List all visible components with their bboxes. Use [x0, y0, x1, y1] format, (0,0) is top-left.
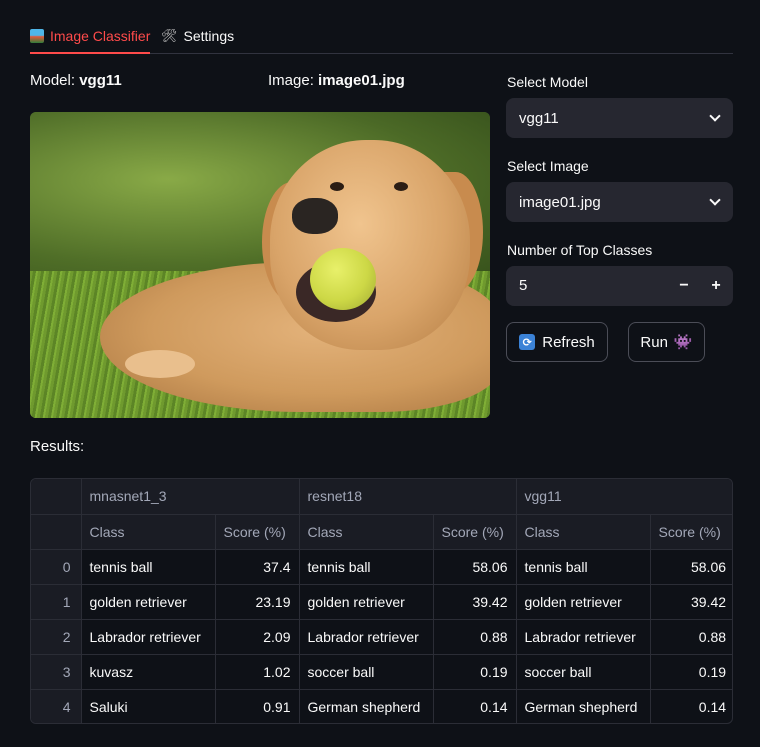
top-classes-stepper: 5 − +	[506, 266, 733, 306]
class-header[interactable]: Class	[81, 514, 216, 550]
class-cell[interactable]: German shepherd	[516, 689, 651, 723]
score-cell[interactable]: 0.88	[433, 619, 517, 655]
index-header	[31, 479, 82, 515]
select-model-label: Select Model	[507, 74, 588, 90]
chevron-down-icon	[709, 110, 721, 122]
class-cell[interactable]: tennis ball	[299, 549, 434, 585]
table-row: 2 Labrador retriever 2.09 Labrador retri…	[31, 619, 732, 655]
model-header-row: mnasnet1_3 resnet18 vgg11	[31, 479, 732, 515]
score-cell[interactable]: 58.06	[650, 549, 732, 585]
select-model-value: vgg11	[519, 109, 559, 127]
select-model-dropdown[interactable]: vgg11	[506, 98, 733, 138]
select-image-dropdown[interactable]: image01.jpg	[506, 182, 733, 222]
tab-settings[interactable]: 🛠 Settings	[161, 18, 234, 53]
increment-button[interactable]: +	[701, 266, 731, 306]
index-header	[31, 514, 82, 550]
column-header-row: Class Score (%) Class Score (%) Class Sc…	[31, 514, 732, 550]
score-cell[interactable]: 39.42	[433, 584, 517, 620]
select-image-value: image01.jpg	[519, 193, 601, 211]
class-cell[interactable]: soccer ball	[299, 654, 434, 690]
alien-monster-icon: 👾	[673, 334, 693, 351]
row-index: 3	[31, 654, 82, 690]
table-row: 4 Saluki 0.91 German shepherd 0.14 Germa…	[31, 689, 732, 723]
tab-label: Settings	[183, 27, 235, 44]
score-header[interactable]: Score (%)	[433, 514, 517, 550]
results-title: Results:	[30, 438, 85, 455]
image-caption-value: image01.jpg	[318, 72, 405, 89]
class-cell[interactable]: Saluki	[81, 689, 216, 723]
top-classes-label: Number of Top Classes	[507, 242, 653, 258]
table-row: 1 golden retriever 23.19 golden retrieve…	[31, 584, 732, 620]
score-cell[interactable]: 0.14	[433, 689, 517, 723]
score-cell[interactable]: 39.42	[650, 584, 732, 620]
refresh-button[interactable]: ⟳ Refresh	[506, 322, 608, 362]
class-cell[interactable]: Labrador retriever	[81, 619, 216, 655]
class-cell[interactable]: soccer ball	[516, 654, 651, 690]
picture-icon	[30, 28, 44, 43]
score-cell[interactable]: 37.4	[215, 549, 300, 585]
row-index: 1	[31, 584, 82, 620]
refresh-label: Refresh	[542, 333, 595, 351]
model-caption-value: vgg11	[79, 72, 122, 89]
score-cell[interactable]: 1.02	[215, 654, 300, 690]
tools-icon: 🛠	[161, 27, 178, 43]
classified-image	[30, 112, 490, 418]
class-cell[interactable]: tennis ball	[516, 549, 651, 585]
image-caption-label: Image:	[268, 72, 314, 89]
score-cell[interactable]: 58.06	[433, 549, 517, 585]
table-row: 3 kuvasz 1.02 soccer ball 0.19 soccer ba…	[31, 654, 732, 690]
class-cell[interactable]: golden retriever	[516, 584, 651, 620]
class-header[interactable]: Class	[299, 514, 434, 550]
class-cell[interactable]: Labrador retriever	[299, 619, 434, 655]
score-header[interactable]: Score (%)	[215, 514, 300, 550]
score-cell[interactable]: 23.19	[215, 584, 300, 620]
decrement-button[interactable]: −	[669, 266, 699, 306]
score-cell[interactable]: 0.19	[433, 654, 517, 690]
model-caption-label: Model:	[30, 72, 76, 89]
tab-label: Image Classifier	[50, 27, 151, 44]
row-index: 0	[31, 549, 82, 585]
class-cell[interactable]: kuvasz	[81, 654, 216, 690]
top-classes-input[interactable]: 5	[519, 277, 527, 294]
class-cell[interactable]: German shepherd	[299, 689, 434, 723]
score-cell[interactable]: 0.91	[215, 689, 300, 723]
image-caption: Image: image01.jpg	[268, 72, 405, 89]
score-cell[interactable]: 2.09	[215, 619, 300, 655]
class-cell[interactable]: Labrador retriever	[516, 619, 651, 655]
chevron-down-icon	[709, 194, 721, 206]
model-header[interactable]: vgg11	[516, 479, 732, 515]
refresh-icon: ⟳	[519, 334, 536, 350]
tab-bar: Image Classifier 🛠 Settings	[30, 18, 733, 54]
class-cell[interactable]: golden retriever	[81, 584, 216, 620]
class-header[interactable]: Class	[516, 514, 651, 550]
score-header[interactable]: Score (%)	[650, 514, 732, 550]
model-caption: Model: vgg11	[30, 72, 122, 89]
score-cell[interactable]: 0.19	[650, 654, 732, 690]
tab-image-classifier[interactable]: Image Classifier	[30, 18, 151, 54]
select-image-label: Select Image	[507, 158, 589, 174]
class-cell[interactable]: tennis ball	[81, 549, 216, 585]
results-table: mnasnet1_3 resnet18 vgg11 Class Score (%…	[30, 478, 733, 724]
row-index: 4	[31, 689, 82, 723]
class-cell[interactable]: golden retriever	[299, 584, 434, 620]
run-button[interactable]: Run 👾	[628, 322, 705, 362]
table-row: 0 tennis ball 37.4 tennis ball 58.06 ten…	[31, 549, 732, 585]
run-label: Run	[640, 333, 668, 351]
score-cell[interactable]: 0.14	[650, 689, 732, 723]
model-header[interactable]: mnasnet1_3	[81, 479, 300, 515]
model-header[interactable]: resnet18	[299, 479, 517, 515]
score-cell[interactable]: 0.88	[650, 619, 732, 655]
row-index: 2	[31, 619, 82, 655]
